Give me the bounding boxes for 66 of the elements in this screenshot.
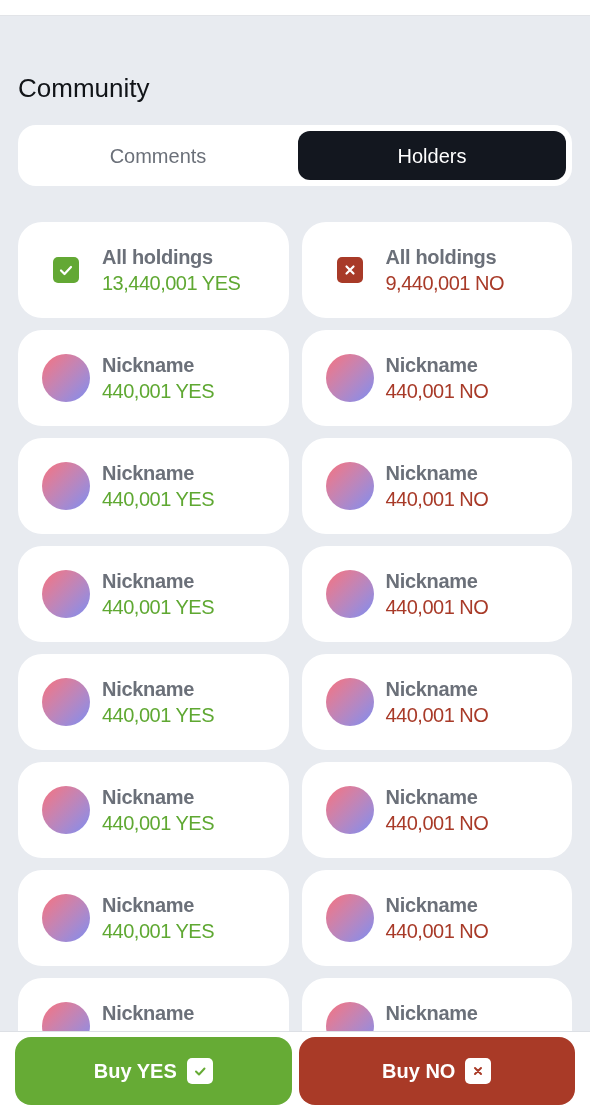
holder-name: Nickname xyxy=(385,785,479,810)
holder-name: All holdings xyxy=(385,245,498,270)
holding-amount: 440,001 NO xyxy=(385,379,489,404)
avatar xyxy=(325,354,374,402)
avatar xyxy=(42,354,90,402)
holder-card[interactable]: Nickname 440,001 NO xyxy=(301,438,572,534)
avatar xyxy=(325,462,374,510)
avatar xyxy=(42,894,90,942)
holding-amount: 9,440,001 NO xyxy=(385,271,505,296)
holder-card[interactable]: Nickname 440,001 YES xyxy=(18,546,289,642)
holding-amount: 440,001 NO xyxy=(385,595,489,620)
holder-name: All holdings xyxy=(102,245,214,270)
tab[interactable]: Holders xyxy=(298,131,566,180)
buy-yes-button[interactable]: Buy YES xyxy=(15,1037,292,1105)
holder-card[interactable]: Nickname xyxy=(18,978,289,1031)
holding-amount: 440,001 YES xyxy=(102,811,214,836)
holder-name: Nickname xyxy=(102,677,196,702)
holding-amount: 440,001 YES xyxy=(102,919,214,944)
holder-card[interactable]: Nickname 440,001 YES xyxy=(18,438,289,534)
holding-amount: 440,001 NO xyxy=(385,919,489,944)
holding-amount: 440,001 NO xyxy=(385,487,489,512)
avatar xyxy=(325,570,374,618)
holder-name: Nickname xyxy=(385,893,479,918)
holder-name: Nickname xyxy=(385,461,479,486)
holder-card[interactable]: Nickname 440,001 YES xyxy=(18,870,289,966)
holder-name: Nickname xyxy=(102,1001,195,1026)
holder-card[interactable]: Nickname 440,001 YES xyxy=(18,654,289,750)
holder-card[interactable]: Nickname 440,001 NO xyxy=(301,330,572,426)
check-icon xyxy=(53,257,79,283)
holder-card[interactable]: Nickname 440,001 NO xyxy=(301,654,572,750)
holder-card[interactable]: All holdings 13,440,001 YES xyxy=(18,222,289,318)
holder-name: Nickname xyxy=(385,677,479,702)
avatar xyxy=(325,678,374,726)
avatar xyxy=(42,786,90,834)
holder-card[interactable]: All holdings 9,440,001 NO xyxy=(301,222,572,318)
holder-card[interactable]: Nickname 440,001 YES xyxy=(18,762,289,858)
section-title: Community xyxy=(18,72,151,104)
avatar xyxy=(42,570,90,618)
cross-icon xyxy=(465,1058,492,1084)
holder-card[interactable]: Nickname 440,001 NO xyxy=(301,762,572,858)
holder-name: Nickname xyxy=(385,1001,478,1026)
holder-name: Nickname xyxy=(102,893,196,918)
holding-amount: 440,001 NO xyxy=(385,811,489,836)
cross-icon xyxy=(336,257,363,283)
avatar xyxy=(42,462,90,510)
holding-amount: 440,001 NO xyxy=(385,703,489,728)
holder-name: Nickname xyxy=(385,569,479,594)
buy-no-button[interactable]: Buy NO xyxy=(298,1037,575,1105)
holding-amount: 440,001 YES xyxy=(102,595,214,620)
avatar xyxy=(325,786,374,834)
holder-name: Nickname xyxy=(385,353,479,378)
holder-name: Nickname xyxy=(102,353,196,378)
holder-name: Nickname xyxy=(102,461,196,486)
holder-name: Nickname xyxy=(102,785,196,810)
holder-card[interactable]: Nickname 440,001 NO xyxy=(301,546,572,642)
holding-amount: 440,001 YES xyxy=(102,487,214,512)
avatar xyxy=(42,678,90,726)
check-icon xyxy=(186,1058,213,1084)
holder-name: Nickname xyxy=(102,569,196,594)
holder-card[interactable]: Nickname 440,001 YES xyxy=(18,330,289,426)
avatar xyxy=(325,894,374,942)
holder-card[interactable]: Nickname xyxy=(301,978,572,1031)
holding-amount: 13,440,001 YES xyxy=(102,271,241,296)
holder-card[interactable]: Nickname 440,001 NO xyxy=(301,870,572,966)
holding-amount: 440,001 YES xyxy=(102,379,214,404)
holding-amount: 440,001 YES xyxy=(102,703,214,728)
